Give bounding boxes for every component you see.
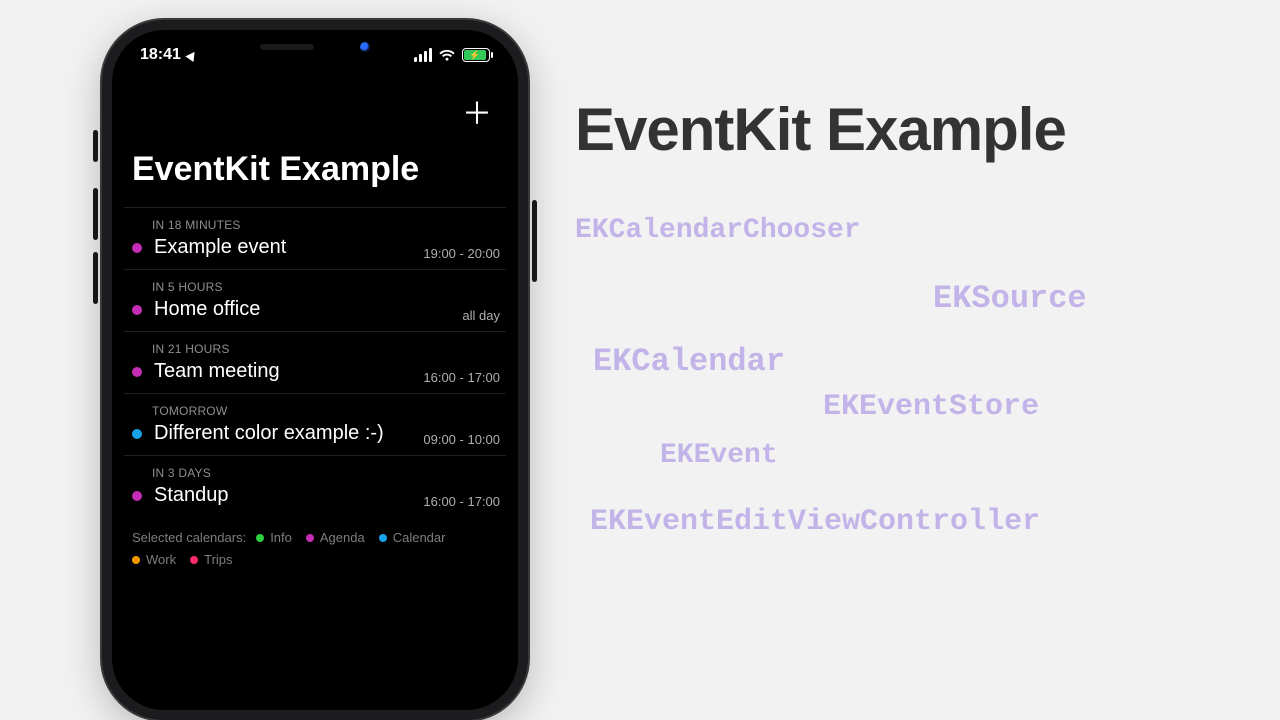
event-relative-time: IN 21 HOURS bbox=[152, 342, 498, 356]
event-row[interactable]: TOMORROW Different color example :-) 09:… bbox=[124, 393, 506, 455]
event-relative-time: IN 18 MINUTES bbox=[152, 218, 498, 232]
api-tag-source: EKSource bbox=[933, 280, 1087, 317]
api-tag-event-edit-vc: EKEventEditViewController bbox=[590, 505, 1040, 539]
nav-bar: ＋ bbox=[124, 82, 506, 138]
calendar-chip: Work bbox=[132, 549, 176, 571]
calendar-color-dot bbox=[132, 491, 142, 501]
event-time-range: 09:00 - 10:00 bbox=[423, 432, 500, 447]
calendar-chip: Trips bbox=[190, 549, 232, 571]
app-screen: ＋ EventKit Example IN 18 MINUTES Example… bbox=[112, 82, 518, 710]
event-row[interactable]: IN 18 MINUTES Example event 19:00 - 20:0… bbox=[124, 207, 506, 269]
event-time-range: 16:00 - 17:00 bbox=[423, 494, 500, 509]
location-icon bbox=[185, 48, 198, 61]
phone-body: 18:41 ⚡ ＋ EventKit Exam bbox=[102, 20, 528, 720]
calendar-name: Trips bbox=[204, 549, 232, 571]
status-left: 18:41 bbox=[140, 46, 197, 64]
volume-down-btn bbox=[93, 252, 98, 304]
event-title: Standup bbox=[154, 484, 229, 507]
api-tag-calendar-chooser: EKCalendarChooser bbox=[575, 215, 861, 246]
add-event-button[interactable]: ＋ bbox=[462, 100, 492, 130]
event-relative-time: IN 5 HOURS bbox=[152, 280, 498, 294]
calendar-dot bbox=[190, 556, 198, 564]
selected-calendars-label: Selected calendars: bbox=[132, 530, 246, 545]
calendar-color-dot bbox=[132, 243, 142, 253]
calendar-dot bbox=[306, 534, 314, 542]
event-time-range: all day bbox=[462, 308, 500, 323]
calendar-name: Agenda bbox=[320, 527, 365, 549]
notch bbox=[210, 30, 420, 64]
calendar-dot bbox=[379, 534, 387, 542]
event-list: IN 18 MINUTES Example event 19:00 - 20:0… bbox=[124, 207, 506, 517]
calendar-chip: Agenda bbox=[306, 527, 365, 549]
event-title: Example event bbox=[154, 236, 286, 259]
phone-mockup: 18:41 ⚡ ＋ EventKit Exam bbox=[90, 20, 540, 660]
app-title: EventKit Example bbox=[124, 138, 506, 207]
status-right: ⚡ bbox=[414, 48, 490, 62]
calendar-color-dot bbox=[132, 367, 142, 377]
calendar-dot bbox=[256, 534, 264, 542]
api-tag-calendar: EKCalendar bbox=[593, 343, 785, 380]
calendar-chip: Info bbox=[256, 527, 292, 549]
page-title: EventKit Example bbox=[575, 95, 1255, 164]
volume-up-btn bbox=[93, 188, 98, 240]
event-title: Team meeting bbox=[154, 360, 280, 383]
calendar-dot bbox=[132, 556, 140, 564]
event-relative-time: IN 3 DAYS bbox=[152, 466, 498, 480]
calendar-name: Info bbox=[270, 527, 292, 549]
event-row[interactable]: IN 21 HOURS Team meeting 16:00 - 17:00 bbox=[124, 331, 506, 393]
calendar-chip: Calendar bbox=[379, 527, 446, 549]
wifi-icon bbox=[438, 48, 456, 62]
event-time-range: 19:00 - 20:00 bbox=[423, 246, 500, 261]
event-relative-time: TOMORROW bbox=[152, 404, 498, 418]
charging-icon: ⚡ bbox=[469, 50, 480, 61]
event-title: Different color example :-) bbox=[154, 422, 384, 445]
battery-icon: ⚡ bbox=[462, 48, 490, 62]
calendar-color-dot bbox=[132, 429, 142, 439]
front-camera bbox=[360, 42, 370, 52]
event-row[interactable]: IN 3 DAYS Standup 16:00 - 17:00 bbox=[124, 455, 506, 517]
calendar-name: Work bbox=[146, 549, 176, 571]
headline-panel: EventKit Example EKCalendarChooser EKSou… bbox=[575, 95, 1255, 208]
calendar-color-dot bbox=[132, 305, 142, 315]
event-row[interactable]: IN 5 HOURS Home office all day bbox=[124, 269, 506, 331]
earpiece bbox=[260, 44, 314, 50]
status-time: 18:41 bbox=[140, 46, 181, 64]
event-time-range: 16:00 - 17:00 bbox=[423, 370, 500, 385]
event-title: Home office bbox=[154, 298, 260, 321]
calendar-name: Calendar bbox=[393, 527, 446, 549]
mute-switch bbox=[93, 130, 98, 162]
selected-calendars-footer: Selected calendars: Info Agenda Calendar… bbox=[124, 527, 506, 571]
api-tag-event-store: EKEventStore bbox=[823, 390, 1039, 424]
api-tag-event: EKEvent bbox=[660, 440, 778, 471]
power-button bbox=[532, 200, 537, 282]
